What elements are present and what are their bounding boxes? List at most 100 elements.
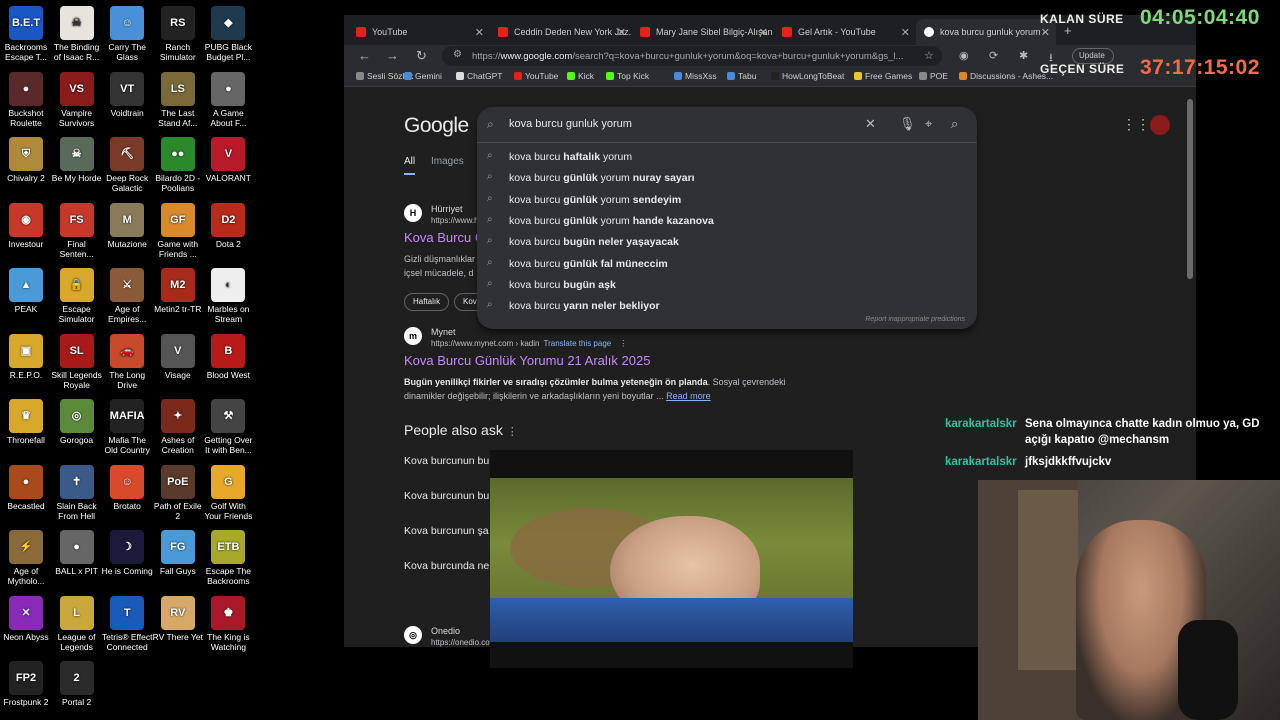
desktop-icon[interactable]: FS Final Senten... xyxy=(51,202,103,259)
tab-mary-jane[interactable]: Mary Jane Sibel Bilgiç-Alışan ✕ xyxy=(632,19,774,45)
desktop-icon[interactable]: VS Vampire Survivors xyxy=(51,71,103,128)
close-icon[interactable]: ✕ xyxy=(901,26,910,39)
desktop-icon[interactable]: M Mutazione xyxy=(101,202,153,249)
bookmark[interactable]: Tabu xyxy=(727,71,756,81)
desktop-icon[interactable]: ● BALL x PIT xyxy=(51,530,103,576)
bookmark[interactable]: Kick xyxy=(567,71,594,81)
desktop-icon[interactable]: ☠ Be My Horde xyxy=(51,137,103,183)
desktop-icon[interactable]: B.E.T Backrooms Escape T... xyxy=(0,6,52,62)
desktop-icon[interactable]: ◆ PUBG Black Budget Pl... xyxy=(202,6,254,62)
bookmark[interactable]: POE xyxy=(919,71,948,81)
desktop-icon[interactable]: VT Voidtrain xyxy=(101,71,153,118)
desktop-icon[interactable]: T Tetris® Effect Connected xyxy=(101,595,153,652)
desktop-icon[interactable]: ●● Bilardo 2D - Poolians xyxy=(152,137,204,193)
desktop-icon[interactable]: ▣ R.E.P.O. xyxy=(0,333,52,380)
desktop-icon[interactable]: MAFIA Mafia The Old Country xyxy=(101,399,153,455)
search-submit-icon[interactable]: ⌕ xyxy=(951,116,958,132)
tab-youtube[interactable]: YouTube ✕ xyxy=(348,19,490,45)
desktop-icon[interactable]: ◎ Gorogoa xyxy=(51,399,103,445)
bookmark[interactable]: HowLongToBeat xyxy=(771,71,844,81)
desktop-icon[interactable]: 2 Portal 2 xyxy=(51,661,103,707)
result-title[interactable]: Kova Burcu Günlük Yorumu 21 Aralık 2025 xyxy=(404,353,650,368)
bookmark[interactable]: Gemini xyxy=(404,71,442,81)
lens-icon[interactable]: ⌖ xyxy=(925,116,932,132)
close-icon[interactable]: ✕ xyxy=(617,26,626,39)
desktop-icon[interactable]: ● Buckshot Roulette xyxy=(0,71,52,128)
result-title[interactable]: Kova Burcu G xyxy=(404,230,485,245)
search-suggestion[interactable]: ⌕ kova burcu haftalık yorum xyxy=(477,147,977,168)
close-icon[interactable]: ✕ xyxy=(1041,26,1050,39)
paa-question[interactable]: Kova burcunun bu xyxy=(404,490,489,502)
desktop-icon[interactable]: ♛ Thronefall xyxy=(0,399,52,445)
tab-google-search[interactable]: kova burcu gunluk yorum - ✕ xyxy=(916,19,1056,45)
desktop-icon[interactable]: 🔒 Escape Simulator xyxy=(51,268,103,324)
bookmark[interactable]: YouTube xyxy=(514,71,558,81)
desktop-icon[interactable]: ☺ Brotato xyxy=(101,464,153,511)
desktop-icon[interactable]: B Blood West xyxy=(202,333,254,380)
google-logo[interactable]: Google xyxy=(404,114,469,138)
report-predictions-link[interactable]: Report inappropriate predictions xyxy=(865,316,965,323)
bookmark[interactable]: Free Games xyxy=(854,71,912,81)
desktop-icon[interactable]: ◉ Investour xyxy=(0,202,52,249)
paa-question[interactable]: Kova burcunda ne xyxy=(404,560,489,572)
paa-question[interactable]: Kova burcunun bu xyxy=(404,455,489,467)
search-suggestion[interactable]: ⌕ kova burcu günlük yorum sendeyim xyxy=(477,190,977,211)
desktop-icon[interactable]: M2 Metin2 tr-TR xyxy=(152,268,204,314)
search-suggestion[interactable]: ⌕ kova burcu günlük yorum hande kazanova xyxy=(477,211,977,232)
desktop-icon[interactable]: FG Fall Guys xyxy=(152,530,204,576)
desktop-icon[interactable]: ☺ Carry The Glass xyxy=(101,6,153,62)
account-avatar[interactable] xyxy=(1150,115,1170,135)
desktop-icon[interactable]: ✝ Slain Back From Hell xyxy=(51,464,103,521)
forward-icon[interactable]: → xyxy=(386,48,399,63)
desktop-icon[interactable]: ⚡ Age of Mytholo... xyxy=(0,530,52,586)
desktop-icon[interactable]: G Golf With Your Friends xyxy=(202,464,254,521)
clear-icon[interactable]: ✕ xyxy=(865,116,876,132)
desktop-icon[interactable]: ☠ The Binding of Isaac R... xyxy=(51,6,103,62)
desktop-icon[interactable]: ● A Game About F... xyxy=(202,71,254,128)
desktop-icon[interactable]: ETB Escape The Backrooms xyxy=(202,530,254,586)
filter-images[interactable]: Images xyxy=(431,156,464,167)
more-options-icon[interactable]: ⋮ xyxy=(619,339,627,348)
desktop-icon[interactable]: D2 Dota 2 xyxy=(202,202,254,249)
search-input[interactable]: kova burcu gunluk yorum xyxy=(509,118,632,130)
site-info-icon[interactable]: ⚙ xyxy=(453,49,462,60)
filter-all[interactable]: All xyxy=(404,156,416,175)
desktop-icon[interactable]: RV RV There Yet xyxy=(152,595,204,642)
back-icon[interactable]: ← xyxy=(358,48,371,63)
desktop-icon[interactable]: ⚒ Getting Over It with Ben... xyxy=(202,399,254,455)
desktop-icon[interactable]: V VALORANT xyxy=(202,137,254,183)
desktop-icon[interactable]: ♚ The King is Watching xyxy=(202,595,254,652)
desktop-icon[interactable]: GF Game with Friends ... xyxy=(152,202,204,259)
paa-question[interactable]: Kova burcunun şa xyxy=(404,525,489,537)
translate-link[interactable]: Translate this page xyxy=(543,339,611,348)
search-suggestion[interactable]: ⌕ kova burcu yarın neler bekliyor xyxy=(477,296,977,317)
desktop-icon[interactable]: SL Skill Legends Royale xyxy=(51,333,103,390)
scrollbar-thumb[interactable] xyxy=(1187,99,1193,279)
close-icon[interactable]: ✕ xyxy=(475,26,484,39)
extension-icon[interactable]: ◉ xyxy=(959,49,969,62)
search-suggestion[interactable]: ⌕ kova burcu bugün neler yaşayacak xyxy=(477,232,977,253)
close-icon[interactable]: ✕ xyxy=(759,26,768,39)
desktop-icon[interactable]: ● Becastled xyxy=(0,464,52,511)
search-suggestion[interactable]: ⌕ kova burcu günlük fal müneccim xyxy=(477,254,977,275)
bookmark[interactable]: MissXss xyxy=(674,71,717,81)
desktop-icon[interactable]: ☽ He is Coming xyxy=(101,530,153,576)
more-options-icon[interactable]: ⋮ xyxy=(507,426,518,438)
reload-icon[interactable]: ↻ xyxy=(416,48,427,64)
microphone-icon[interactable]: 🎙 xyxy=(899,116,916,132)
extension-icon[interactable]: ✱ xyxy=(1019,49,1028,62)
search-suggestion[interactable]: ⌕ kova burcu günlük yorum nuray sayarı xyxy=(477,168,977,189)
bookmark[interactable]: Top Kick xyxy=(606,71,649,81)
extension-icon[interactable]: ⟳ xyxy=(989,49,998,62)
tab-ceddin[interactable]: Ceddin Deden New York Jaz... ✕ xyxy=(490,19,632,45)
desktop-icon[interactable]: RS Ranch Simulator xyxy=(152,6,204,62)
star-icon[interactable]: ☆ xyxy=(924,49,934,62)
address-bar[interactable]: ⚙ https://www.google.com/search?q=kova+b… xyxy=(442,46,942,66)
desktop-icon[interactable]: ⛨ Chivalry 2 xyxy=(0,137,52,183)
desktop-icon[interactable]: ▲ PEAK xyxy=(0,268,52,314)
desktop-icon[interactable]: L League of Legends xyxy=(51,595,103,652)
desktop-icon[interactable]: V Visage xyxy=(152,333,204,380)
desktop-icon[interactable]: LS The Last Stand Af... xyxy=(152,71,204,128)
search-box[interactable]: ⌕ kova burcu gunluk yorum ✕ 🎙 ⌖ ⌕ xyxy=(477,107,977,143)
desktop-icon[interactable]: FP2 Frostpunk 2 xyxy=(0,661,52,707)
